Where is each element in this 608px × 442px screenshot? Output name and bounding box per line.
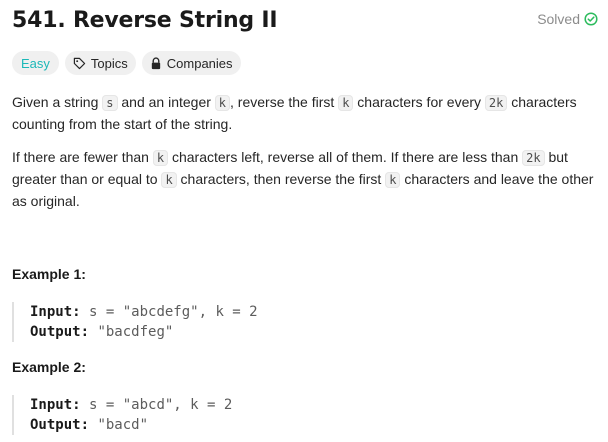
companies-label: Companies [166,55,233,71]
solved-status: Solved [537,11,598,27]
example-1-block: Input: s = "abcdefg", k = 2 Output: "bac… [12,302,258,342]
output-label: Output: [30,324,90,340]
inline-code: 2k [484,95,508,111]
example-1-input: Input: s = "abcdefg", k = 2 [30,302,258,322]
problem-description: Given a string s and an integer k, rever… [12,92,598,224]
input-value: s = "abcdefg", k = 2 [89,304,258,320]
text-segment: , reverse the first [230,94,339,110]
example-2-output: Output: "bacd" [30,415,232,435]
inline-code: k [385,172,401,188]
inline-code: k [214,95,231,111]
check-circle-icon [584,12,598,26]
output-value: "bacdfeg" [97,324,174,340]
example-2-input: Input: s = "abcd", k = 2 [30,395,232,415]
problem-title[interactable]: 541. Reverse String II [12,6,278,36]
problem-tags: Easy Topics Companies [12,51,241,75]
example-2-title: Example 2: [12,359,86,375]
example-1-output: Output: "bacdfeg" [30,322,258,342]
text-segment: characters left, reverse all of them. If… [168,149,523,165]
solved-label: Solved [537,11,580,27]
difficulty-badge: Easy [12,51,59,75]
inline-code: 2k [522,150,545,166]
description-paragraph-2: If there are fewer than k characters lef… [12,147,598,212]
output-value: "bacd" [97,417,149,433]
inline-code: k [161,172,177,188]
inline-code: s [102,95,118,111]
text-segment: Given a string [12,94,103,110]
text-segment: characters for every [353,94,485,110]
text-segment: If there are fewer than [12,149,153,165]
input-value: s = "abcd", k = 2 [89,397,233,413]
problem-header: 541. Reverse String II Solved [12,6,598,38]
output-label: Output: [30,417,90,433]
inline-code: k [152,150,169,166]
companies-button[interactable]: Companies [141,51,241,75]
description-paragraph-1: Given a string s and an integer k, rever… [12,92,598,135]
text-segment: characters, then reverse the first [176,171,386,187]
difficulty-label: Easy [21,55,50,71]
inline-code: k [338,95,354,111]
tag-icon [73,57,86,70]
topics-label: Topics [90,55,128,71]
lock-icon [150,56,162,70]
example-1-title: Example 1: [12,266,86,282]
input-label: Input: [30,304,81,320]
topics-button[interactable]: Topics [64,51,136,75]
text-segment: and an integer [117,94,215,110]
example-2-block: Input: s = "abcd", k = 2 Output: "bacd" [12,395,232,435]
input-label: Input: [30,397,81,413]
